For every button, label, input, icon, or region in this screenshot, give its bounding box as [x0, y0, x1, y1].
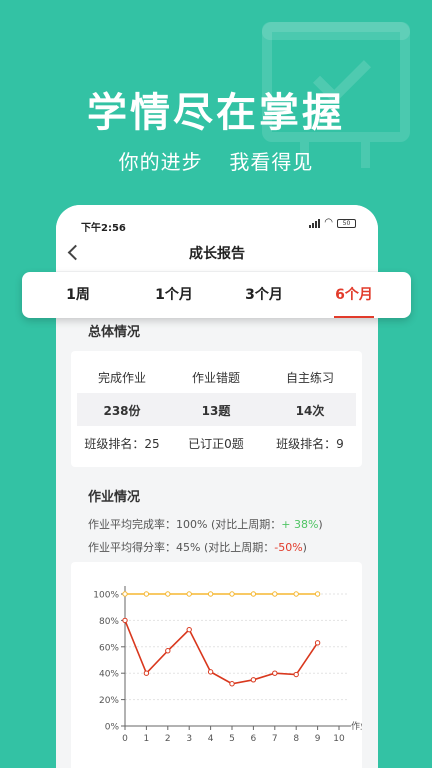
completed-homework-label: 完成作业: [97, 371, 146, 385]
series-0-point: [314, 591, 321, 597]
score-rate-line: 作业平均得分率：45% (对比上周期：-50%): [88, 539, 307, 555]
series-1-point: [165, 648, 171, 654]
series-1-point: [207, 669, 214, 675]
series-1-point: [272, 670, 278, 676]
series-1-point: [186, 626, 192, 633]
practice-class-rank: 班级排名：9: [276, 437, 344, 451]
score-change: -50%: [274, 541, 303, 554]
series-0-point: [293, 591, 299, 597]
battery-icon: 50: [337, 218, 356, 228]
series-0-point: [165, 591, 171, 597]
series-0-point: [143, 591, 150, 597]
completion-change: + 38%: [281, 518, 319, 531]
completion-rate-text: 作业平均完成率：100% (对比上周期：: [88, 518, 282, 531]
y-tick-label: 20%: [99, 696, 119, 706]
nav-bar: 成长报告: [56, 235, 378, 271]
x-tick-label: 3: [186, 734, 192, 744]
series-1-point: [293, 671, 299, 678]
x-tick-label: 6: [251, 734, 257, 744]
wifi-icon: ◠: [324, 217, 333, 228]
x-tick-label: 1: [144, 734, 150, 744]
score-rate-text: 作业平均得分率：45% (对比上周期：: [88, 541, 275, 554]
series-1-line: [124, 620, 319, 685]
overall-summary-card: 完成作业 作业错题 自主练习 238份 13题 14次 班级排名：25 已订正0…: [71, 351, 362, 467]
homework-line-chart: 0% 20% 40% 60% 80% 100% 0 1 2 3 4 5 6 7 8 9 10 作业: [93, 586, 369, 744]
completion-suffix: ): [318, 518, 323, 531]
tab-6-months[interactable]: 6个月: [322, 272, 386, 318]
x-tick-label: 8: [293, 734, 299, 744]
status-time: 下午2:56: [81, 223, 126, 234]
homework-chart-card: 0% 20% 40% 60% 80% 100% 0 1 2 3 4 5 6 7 8 9 10 作业: [71, 562, 369, 768]
y-tick-label: 40%: [99, 670, 119, 680]
tab-3-months[interactable]: 3个月: [232, 272, 296, 318]
y-tick-label: 0%: [105, 723, 120, 733]
x-axis-title: 作业: [351, 720, 362, 732]
y-tick-label: 100%: [93, 591, 119, 601]
homework-section-title: 作业情况: [88, 490, 141, 505]
active-tab-indicator: [334, 316, 374, 318]
overall-section-title: 总体情况: [88, 325, 141, 340]
mistakes-corrected: 已订正0题: [188, 437, 244, 451]
series-0-point: [186, 591, 192, 597]
tab-1-month[interactable]: 1个月: [142, 272, 206, 318]
series-1-point: [143, 670, 150, 676]
homework-mistakes-value: 13题: [201, 404, 231, 418]
x-tick-label: 2: [165, 734, 171, 744]
hero-title: 学情尽在掌握: [87, 90, 345, 136]
series-1-point: [314, 640, 321, 646]
self-practice-value: 14次: [295, 404, 325, 418]
x-tick-label: 0: [122, 734, 128, 744]
period-tabs: 1周 1个月 3个月 6个月: [22, 272, 411, 318]
series-0-point: [250, 591, 257, 597]
status-icons: ◠ 50: [309, 218, 356, 228]
x-tick-label: 4: [208, 734, 214, 744]
self-practice-label: 自主练习: [285, 371, 334, 385]
series-0-point: [207, 591, 214, 597]
completed-homework-value: 238份: [103, 404, 141, 418]
x-tick-label: 9: [315, 734, 321, 744]
signal-icon: [309, 218, 321, 228]
homework-class-rank: 班级排名：25: [84, 437, 160, 451]
x-tick-label: 5: [229, 734, 235, 744]
series-1-point: [229, 681, 235, 687]
y-tick-label: 60%: [99, 643, 119, 653]
tab-1-week[interactable]: 1周: [52, 272, 104, 318]
series-0-point: [229, 591, 235, 597]
x-tick-label: 7: [272, 734, 278, 744]
hero-subtitle: 你的进步 我看得见: [118, 150, 314, 174]
completion-rate-line: 作业平均完成率：100% (对比上周期：+ 38%): [88, 516, 323, 532]
y-tick-label: 80%: [99, 617, 119, 627]
series-1-point: [122, 617, 128, 624]
page-title: 成长报告: [189, 246, 245, 262]
series-0-point: [122, 591, 128, 597]
score-suffix: ): [302, 541, 307, 554]
series-1-point: [250, 677, 257, 683]
homework-mistakes-label: 作业错题: [191, 371, 240, 385]
x-tick-label: 10: [333, 734, 345, 744]
series-0-point: [272, 591, 278, 597]
